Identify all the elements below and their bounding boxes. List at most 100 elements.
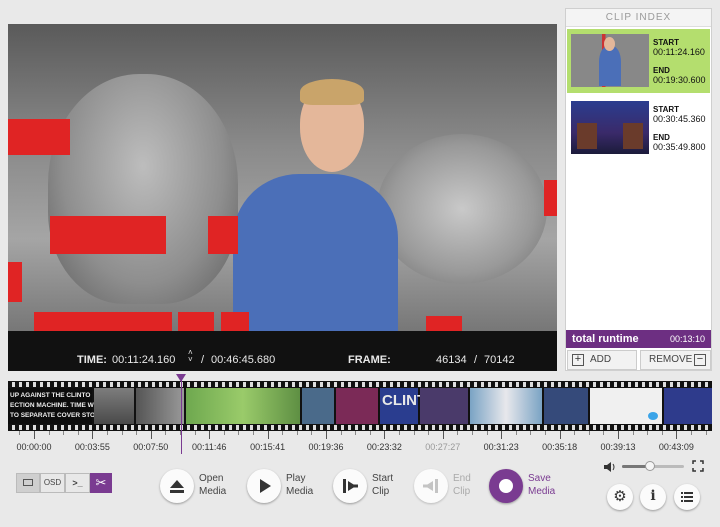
current-time: 00:11:24.160 (112, 354, 176, 366)
timeline-tick (92, 431, 94, 439)
timeline-tick-label: 00:31:23 (483, 442, 519, 452)
timeline-minor-tick (107, 431, 108, 435)
eject-icon (170, 480, 184, 493)
film-frame (544, 388, 588, 424)
playhead-handle[interactable] (176, 374, 186, 382)
timeline-minor-tick (121, 431, 123, 435)
film-frame: UP AGAINST THE CLINTO ECTION MACHINE. TI… (8, 388, 106, 424)
save-record-icon (499, 479, 513, 493)
save-media-button[interactable] (489, 469, 523, 503)
add-clip-label: ADD (590, 354, 612, 365)
timeline-tick (442, 431, 444, 439)
film-frame (186, 388, 300, 424)
time-stepper[interactable]: ˄ ˅ (188, 349, 193, 364)
remove-clip-label: REMOVE (649, 354, 693, 365)
clip-end-label: END (653, 66, 670, 75)
timeline-minor-tick (77, 431, 79, 435)
minus-icon: − (694, 354, 706, 366)
timeline-minor-tick (574, 431, 576, 435)
video-red-block (50, 216, 166, 254)
timeline-tick-label: 00:39:13 (600, 442, 636, 452)
timeline-minor-tick (457, 431, 459, 435)
clip-index-panel: CLIP INDEX START 00:11:24.160 END 00:19:… (565, 8, 712, 371)
filmstrip[interactable]: UP AGAINST THE CLINTO ECTION MACHINE. TI… (8, 381, 712, 431)
film-sprocket-bottom (8, 425, 712, 430)
time-label: TIME: (77, 354, 107, 366)
timeline-tick (559, 431, 561, 439)
menu-list-button[interactable] (674, 484, 700, 510)
timeline-tick (676, 431, 678, 439)
film-overlay-line: UP AGAINST THE CLINTO (10, 392, 91, 399)
open-media-label: Open Media (199, 473, 227, 497)
frame-label: FRAME: (348, 354, 391, 366)
clip-start-label: START (653, 38, 680, 47)
clip-end-time: 00:19:30.600 (653, 75, 706, 85)
video-red-block (208, 216, 238, 254)
timeline-minor-tick (238, 431, 240, 435)
volume-icon[interactable] (603, 461, 617, 473)
clip-end-label: END (653, 133, 670, 142)
video-person-hair (300, 79, 364, 105)
timeline-ruler[interactable]: 00:00:00 00:03:55 00:07:50 00:11:46 00:15:41… (8, 431, 712, 461)
total-runtime-bar: total runtime 00:13:10 (566, 330, 711, 348)
timeline-minor-tick (223, 431, 225, 435)
timeline-tick (209, 431, 211, 439)
info-button[interactable]: i (640, 484, 666, 510)
total-runtime-value: 00:13:10 (669, 334, 705, 344)
frame-separator: / (474, 354, 478, 366)
video-preview[interactable] (8, 24, 557, 331)
timeline-tick-label: 00:35:18 (542, 442, 578, 452)
volume-slider[interactable] (622, 461, 684, 471)
osd-label: OSD (43, 478, 62, 487)
video-red-block (426, 316, 462, 331)
volume-knob[interactable] (644, 461, 655, 471)
timeline-tick-label: 00:19:36 (308, 442, 344, 452)
clip-item[interactable]: START 00:30:45.360 END 00:35:49.800 (567, 96, 710, 160)
add-clip-button[interactable]: + ADD (567, 350, 637, 370)
clip-start-time: 00:11:24.160 (653, 47, 705, 57)
scissors-toggle-button[interactable]: ✂ (90, 473, 112, 493)
timeline-minor-tick (136, 431, 138, 435)
timeline-minor-tick (19, 431, 21, 435)
end-clip-label: End Clip (453, 473, 471, 497)
timeline-minor-tick (413, 431, 415, 435)
timeline-minor-tick (63, 431, 65, 435)
clip-end-time: 00:35:49.800 (653, 142, 706, 152)
timeline-minor-tick (705, 431, 707, 435)
timeline-tick-label: 00:07:50 (133, 442, 169, 452)
bird-icon (648, 412, 658, 420)
clip-item[interactable]: START 00:11:24.160 END 00:19:30.600 (567, 29, 710, 93)
timeline-minor-tick (632, 431, 634, 435)
video-red-block (8, 262, 22, 302)
timeline-minor-tick (486, 431, 488, 435)
start-clip-button[interactable] (333, 469, 367, 503)
open-media-button[interactable] (160, 469, 194, 503)
play-media-button[interactable] (247, 469, 281, 503)
timeline-minor-tick (165, 431, 167, 435)
scissors-icon: ✂ (95, 475, 107, 490)
film-frame (302, 388, 334, 424)
timeline-minor-tick (515, 431, 517, 435)
fullscreen-icon[interactable] (692, 460, 704, 472)
end-clip-icon (423, 479, 438, 493)
timeline-minor-tick (661, 431, 663, 435)
clip-index-title: CLIP INDEX (566, 9, 711, 27)
timeline-minor-tick (691, 431, 692, 435)
video-lion-left (48, 74, 238, 304)
timeline-minor-tick (355, 431, 357, 435)
total-time: 00:46:45.680 (211, 354, 276, 366)
osd-toggle-button[interactable]: OSD (40, 473, 65, 493)
view-toggle-button[interactable] (16, 473, 40, 493)
timeline-minor-tick (647, 431, 649, 435)
end-clip-button[interactable] (414, 469, 448, 503)
video-red-block (178, 312, 214, 331)
video-red-block (221, 312, 249, 331)
settings-button[interactable]: ⚙ (607, 484, 633, 510)
timeline-minor-tick (48, 431, 50, 435)
film-frame (664, 388, 712, 424)
remove-clip-button[interactable]: REMOVE − (640, 350, 711, 370)
timeline-tick (618, 431, 619, 439)
film-frame (336, 388, 378, 424)
video-person-body (233, 174, 398, 331)
console-toggle-button[interactable]: >_ (65, 473, 90, 493)
